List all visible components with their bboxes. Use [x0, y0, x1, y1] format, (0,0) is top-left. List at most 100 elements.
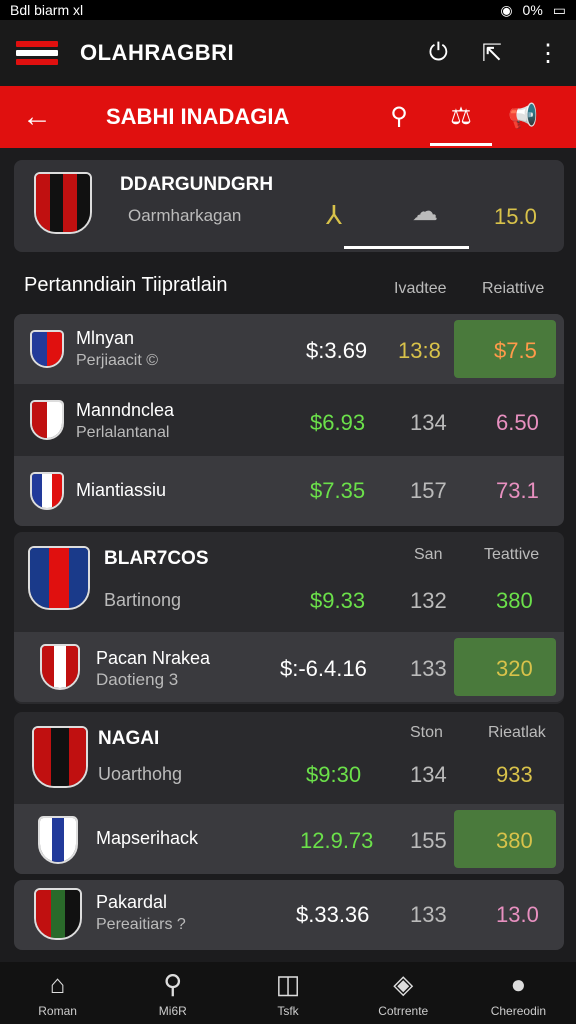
col-header-2: Reiattive — [482, 280, 545, 297]
odds-value: 73.1 — [496, 478, 539, 503]
col-header-1: Ivadtee — [394, 280, 447, 297]
price: $7.35 — [310, 478, 366, 503]
team-sub: Uoarthohg — [98, 764, 183, 784]
bottom-nav: ⌂ Roman ⚲ Mi6R ◫ Tsfk ◈ Cotrrente ● Chereodin — [0, 962, 576, 1024]
price: $.33.36 — [296, 902, 370, 927]
board-icon: ◫ — [275, 968, 301, 999]
battery-icon: ▭ — [552, 1, 566, 18]
sub-header-title: SABHI INADAGIA — [106, 104, 290, 129]
nav-home[interactable]: ⌂ Roman — [0, 962, 115, 1024]
match-row[interactable]: NAGAI Ston Rieatlak Uoarthohg $9:30 134 … — [14, 712, 564, 804]
nav-search[interactable]: ⚲ Mi6R — [115, 962, 230, 1024]
team-sub: Pereaitiars ? — [96, 916, 186, 933]
match-row[interactable]: Manndnclea Perlalantanal $6.93 134 6.50 — [14, 386, 564, 456]
odds-value: 380 — [496, 828, 533, 853]
price: $:-6.4.16 — [280, 656, 367, 681]
odds-value: 13.0 — [496, 902, 539, 927]
nav-label: Roman — [38, 1003, 77, 1018]
team-crest — [32, 726, 88, 788]
back-arrow-icon[interactable]: ← — [22, 100, 82, 134]
match-group-3: NAGAI Ston Rieatlak Uoarthohg $9:30 134 … — [14, 712, 564, 874]
user-icon: ● — [510, 968, 527, 999]
more-icon[interactable]: ⋮ — [536, 39, 560, 68]
mid-value: 132 — [410, 588, 447, 613]
match-row[interactable]: Pacan Nrakea Daotieng 3 $:-6.4.16 133 32… — [14, 632, 564, 702]
nav-label: Chereodin — [490, 1003, 547, 1018]
nav-label: Cotrrente — [378, 1003, 429, 1018]
price: $9.33 — [310, 588, 366, 613]
featured-team: DDARGUNDGRH — [120, 174, 274, 195]
price: $6.93 — [310, 410, 366, 435]
featured-indicator — [344, 246, 469, 249]
mid-value: 133 — [410, 656, 447, 681]
announce-icon[interactable]: 📢 — [492, 86, 554, 148]
team-crest — [28, 546, 90, 610]
mid-value: 134 — [410, 762, 447, 787]
team-crest — [40, 644, 80, 690]
match-group-2: BLAR7COS San Teattive Bartinong $9.33 13… — [14, 532, 564, 704]
cloud-icon: ☁ — [412, 196, 438, 226]
team-crest — [30, 472, 64, 510]
wifi-icon: ◉ — [500, 1, 513, 18]
team-sub: Perjiaacit © — [76, 352, 159, 369]
team-crest — [30, 400, 64, 440]
app-title: OLAHRAGBRI — [80, 40, 235, 65]
team-crest — [34, 888, 82, 940]
stats-tab-icon[interactable]: ⚖ — [430, 86, 492, 148]
mid-value: 155 — [410, 828, 447, 853]
team-name: Mlnyan — [76, 328, 135, 348]
match-row[interactable]: BLAR7COS San Teattive Bartinong $9.33 13… — [14, 532, 564, 632]
section-title: Pertanndiain Tiipratlain — [24, 274, 228, 296]
sub-header: ← SABHI INADAGIA ⚲ ⚖ 📢 — [0, 86, 576, 148]
price: $9:30 — [306, 762, 362, 787]
odds-value: $7.5 — [494, 338, 537, 363]
battery-level: 0% — [522, 2, 543, 18]
team-crest — [30, 330, 64, 368]
ticket-icon: ◈ — [393, 968, 414, 999]
col-header-1: Ston — [410, 724, 443, 741]
nav-tasks[interactable]: ◫ Tsfk — [230, 962, 345, 1024]
col-header-2: Teattive — [484, 546, 540, 563]
power-icon[interactable]: ⏻ — [429, 39, 448, 67]
col-header-2: Rieatlak — [488, 724, 546, 741]
search-icon: ⚲ — [163, 968, 183, 999]
app-bar: OLAHRAGBRI ⏻ ⇱ ⋮ — [0, 20, 576, 86]
team-sub: Bartinong — [104, 590, 182, 610]
mid-value: 133 — [410, 902, 447, 927]
nav-label: Mi6R — [158, 1003, 187, 1018]
share-icon[interactable]: ⇱ — [482, 39, 502, 68]
match-row[interactable]: Miantiassiu $7.35 157 73.1 — [14, 456, 564, 526]
search-icon[interactable]: ⚲ — [368, 86, 430, 148]
status-left: Bdl biarm xl — [10, 2, 84, 18]
home-icon: ⌂ — [49, 968, 66, 999]
team-sub: Daotieng 3 — [96, 670, 179, 689]
odds-value: 320 — [496, 656, 533, 681]
team-crest — [38, 816, 78, 864]
odds-value: 380 — [496, 588, 533, 613]
match-row[interactable]: Mapserihack 12.9.73 155 380 — [14, 804, 564, 874]
match-row[interactable]: Mlnyan Perjiaacit © $:3.69 13:8 $7.5 — [14, 314, 564, 384]
nav-profile[interactable]: ● Chereodin — [461, 962, 576, 1024]
team-name: Mapserihack — [96, 828, 199, 848]
match-row[interactable]: Pakardal Pereaitiars ? $.33.36 133 13.0 — [14, 880, 564, 950]
odds-value: 933 — [496, 762, 533, 787]
team-name: Miantiassiu — [76, 480, 167, 500]
nav-content[interactable]: ◈ Cotrrente — [346, 962, 461, 1024]
col-header-1: San — [414, 546, 443, 563]
team-name: Manndnclea — [76, 400, 175, 420]
match-group-1: Mlnyan Perjiaacit © $:3.69 13:8 $7.5 Man… — [14, 314, 564, 526]
odds-value: 6.50 — [496, 410, 539, 435]
team-sub: Perlalantanal — [76, 424, 170, 441]
mid-value: 157 — [410, 478, 447, 503]
mid-value: 13:8 — [398, 338, 441, 363]
team-name: Pacan Nrakea — [96, 648, 211, 668]
featured-card[interactable]: DDARGUNDGRH Oarmharkagan ⅄ ☁ 15.0 — [14, 160, 564, 252]
featured-sub: Oarmharkagan — [128, 206, 242, 225]
status-bar: Bdl biarm xl ◉ 0% ▭ — [0, 0, 576, 20]
price: $:3.69 — [306, 338, 368, 363]
team-name: Pakardal — [96, 892, 168, 912]
group-title: BLAR7COS — [104, 548, 209, 569]
menu-flag-icon[interactable] — [16, 33, 58, 73]
group-title: NAGAI — [98, 728, 160, 749]
mid-value: 134 — [410, 410, 447, 435]
